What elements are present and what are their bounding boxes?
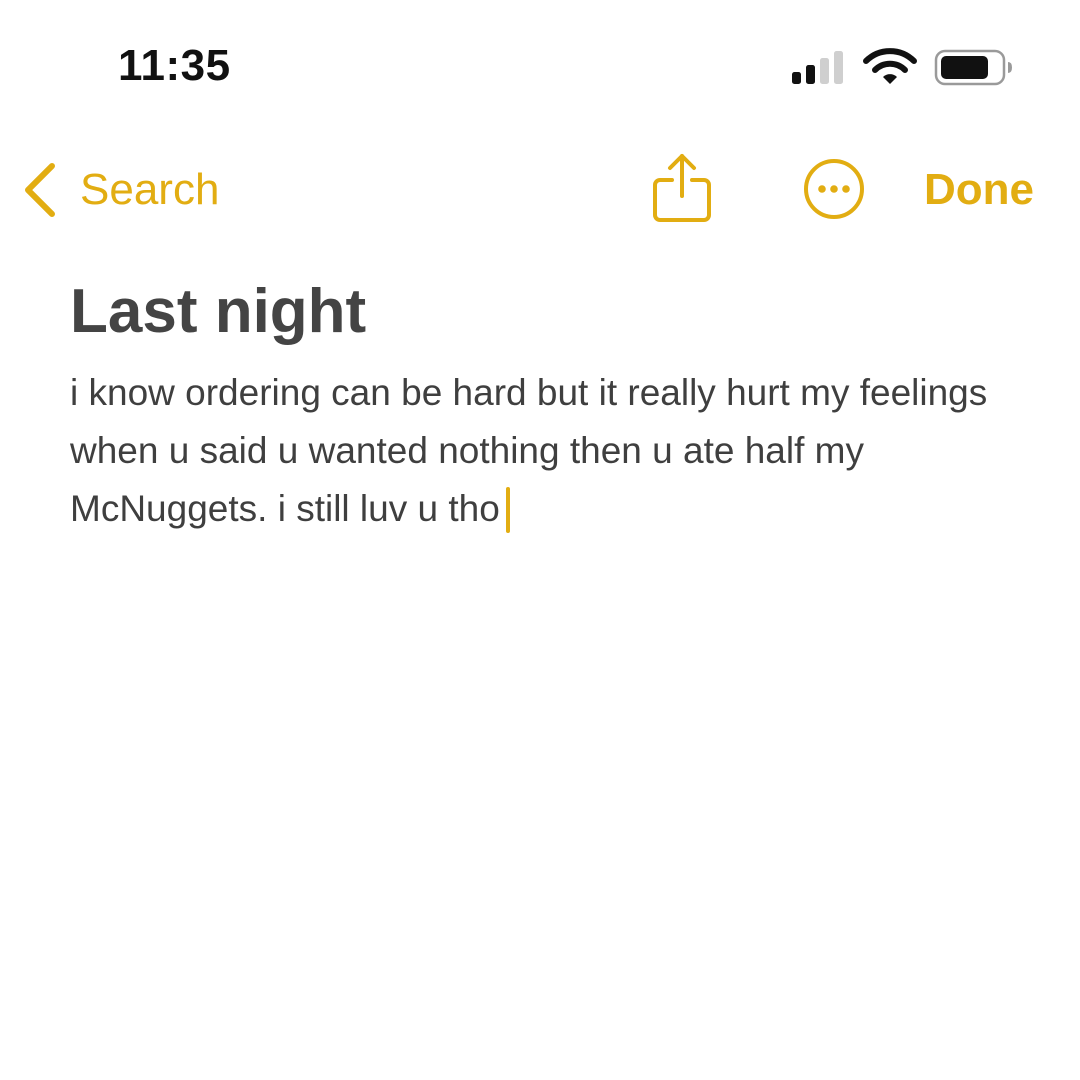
note-body[interactable]: i know ordering can be hard but it reall… (70, 364, 1030, 538)
note-title[interactable]: Last night (70, 277, 366, 346)
status-icons (790, 48, 1020, 88)
wifi-icon (863, 48, 917, 84)
nav-bar: Search Done (0, 140, 1080, 240)
share-button[interactable] (650, 150, 714, 226)
text-cursor (505, 487, 510, 533)
battery-icon (934, 49, 1012, 86)
back-button-label: Search (80, 165, 220, 214)
status-icons-svg (792, 48, 1012, 86)
chevron-left-icon (25, 163, 55, 217)
cellular-signal-icon (792, 51, 843, 84)
done-button[interactable]: Done (924, 168, 1034, 212)
back-button[interactable]: Search (22, 160, 219, 220)
share-icon (653, 154, 711, 222)
status-time: 11:35 (118, 41, 231, 90)
more-button[interactable] (802, 157, 866, 221)
more-icon (804, 159, 864, 219)
note-body-text: i know ordering can be hard but it reall… (70, 372, 988, 529)
status-bar: 11:35 (0, 0, 1080, 130)
